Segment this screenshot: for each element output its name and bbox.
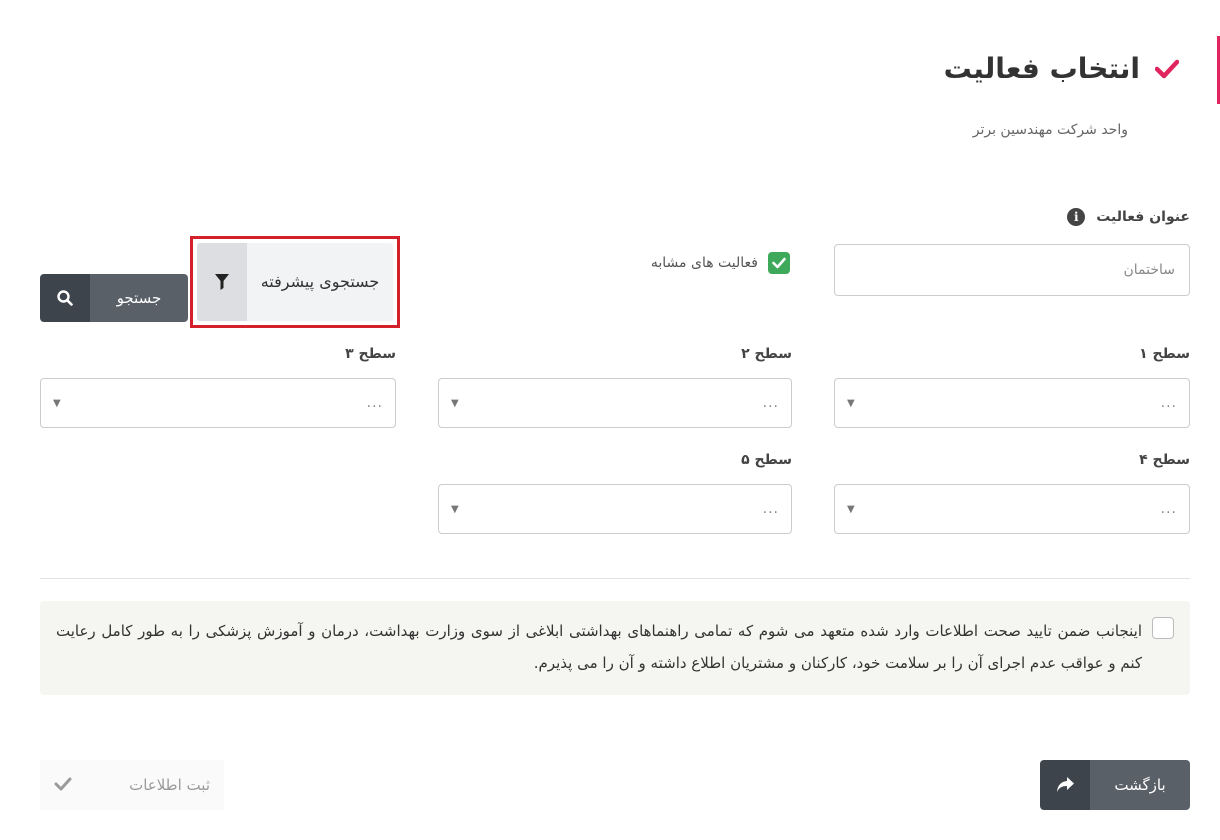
level-5-value: ... xyxy=(762,501,779,517)
share-arrow-icon xyxy=(1040,760,1090,810)
level-4-label: سطح ۴ xyxy=(1139,452,1190,468)
submit-button[interactable]: ثبت اطلاعات xyxy=(40,760,224,810)
search-icon xyxy=(40,274,90,322)
level-1-label: سطح ۱ xyxy=(1139,346,1190,362)
level-4-select[interactable]: ▼ ... xyxy=(834,484,1190,534)
level-4-value: ... xyxy=(1160,501,1177,517)
level-3-select[interactable]: ▼ ... xyxy=(40,378,396,428)
checkmark-icon xyxy=(1154,56,1180,82)
level-3-value: ... xyxy=(366,395,383,411)
check-icon xyxy=(54,776,72,795)
level-2-select[interactable]: ▼ ... xyxy=(438,378,792,428)
level-1-value: ... xyxy=(1160,395,1177,411)
page-subtitle: واحد شرکت مهندسین برتر xyxy=(972,122,1128,138)
submit-label: ثبت اطلاعات xyxy=(129,776,210,794)
advanced-search-highlight: جستجوی پیشرفته xyxy=(190,236,400,328)
agreement-text: اینجانب ضمن تایید صحت اطلاعات وارد شده م… xyxy=(56,622,1142,672)
search-label: جستجو xyxy=(90,274,188,322)
level-1-select[interactable]: ▼ ... xyxy=(834,378,1190,428)
section-divider xyxy=(40,578,1190,579)
similar-activities-toggle[interactable]: فعالیت های مشابه xyxy=(651,252,790,274)
advanced-search-label: جستجوی پیشرفته xyxy=(260,271,380,291)
activity-title-input[interactable] xyxy=(834,244,1190,296)
level-5-label: سطح ۵ xyxy=(741,452,792,468)
agreement-box: اینجانب ضمن تایید صحت اطلاعات وارد شده م… xyxy=(40,601,1190,695)
advanced-search-button[interactable]: جستجوی پیشرفته xyxy=(197,243,393,321)
page-header: انتخاب فعالیت xyxy=(944,52,1180,85)
similar-activities-checkbox[interactable] xyxy=(768,252,790,274)
level-5-select[interactable]: ▼ ... xyxy=(438,484,792,534)
level-3-label: سطح ۳ xyxy=(345,346,396,362)
dropdown-arrow-icon: ▼ xyxy=(847,503,855,515)
activity-title-text: عنوان فعالیت xyxy=(1096,209,1190,225)
back-button[interactable]: بازگشت xyxy=(1040,760,1190,810)
filter-icon xyxy=(197,243,247,321)
dropdown-arrow-icon: ▼ xyxy=(53,397,61,409)
agreement-checkbox[interactable] xyxy=(1152,617,1174,639)
level-2-value: ... xyxy=(762,395,779,411)
level-2-label: سطح ۲ xyxy=(741,346,792,362)
dropdown-arrow-icon: ▼ xyxy=(847,397,855,409)
activity-title-label: عنوان فعالیت i xyxy=(1067,208,1190,226)
dropdown-arrow-icon: ▼ xyxy=(451,397,459,409)
dropdown-arrow-icon: ▼ xyxy=(451,503,459,515)
search-button[interactable]: جستجو xyxy=(40,274,188,322)
similar-activities-label: فعالیت های مشابه xyxy=(650,255,758,271)
info-icon[interactable]: i xyxy=(1067,208,1086,226)
page-title: انتخاب فعالیت xyxy=(943,52,1140,85)
back-label: بازگشت xyxy=(1090,760,1190,810)
